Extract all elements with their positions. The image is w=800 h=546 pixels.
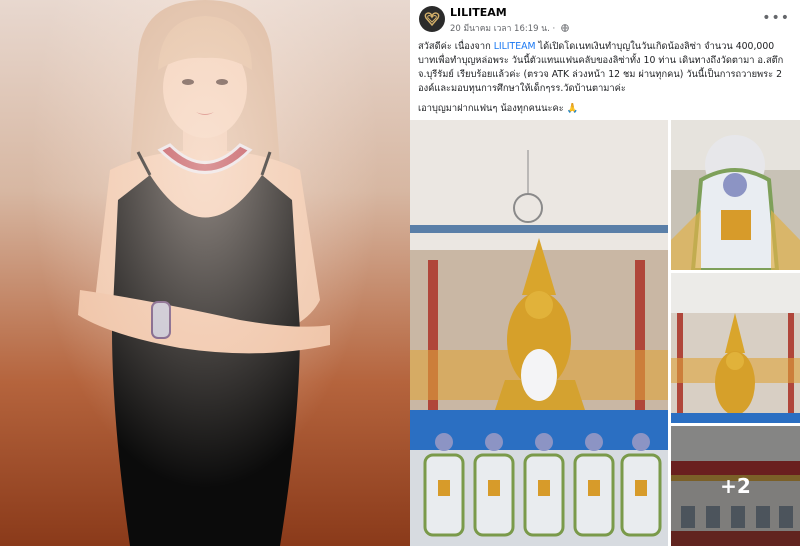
meta-separator: · [552, 24, 556, 34]
background-glow [0, 0, 410, 546]
page-name[interactable]: LILITEAM [450, 6, 507, 19]
temple-main-photo[interactable] [410, 120, 668, 546]
post-paragraph-1: สวัสดีค่ะ เนื่องจาก LILITEAM ได้เปิดโดเน… [418, 41, 784, 94]
more-options-icon[interactable]: ••• [762, 10, 790, 26]
portrait-photo [0, 0, 410, 546]
offering-closeup-photo[interactable] [671, 120, 800, 270]
post-body: สวัสดีค่ะ เนื่องจาก LILITEAM ได้เปิดโดเน… [418, 40, 792, 122]
globe-icon [561, 24, 569, 32]
buddha-statue-photo[interactable] [671, 273, 800, 423]
page-mention-link[interactable]: LILITEAM [494, 41, 536, 52]
temple-scene [410, 120, 668, 546]
post-timestamp[interactable]: 20 มีนาคม เวลา 16:19 น. [450, 24, 550, 34]
more-photos-count[interactable]: +2 [671, 426, 800, 546]
post-paragraph-2: เอาบุญมาฝากแฟนๆ น้องทุกคนนะคะ 🙏 [418, 103, 579, 114]
post-header: LILITEAM 20 มีนาคม เวลา 16:19 น. · ••• [410, 0, 800, 40]
liliteam-heart-logo-icon [424, 12, 440, 27]
post-meta: 20 มีนาคม เวลา 16:19 น. · [450, 21, 569, 35]
more-photos-tile[interactable]: +2 [671, 426, 800, 546]
page-avatar[interactable] [419, 6, 445, 32]
facebook-post: LILITEAM 20 มีนาคม เวลา 16:19 น. · ••• ส… [410, 0, 800, 546]
